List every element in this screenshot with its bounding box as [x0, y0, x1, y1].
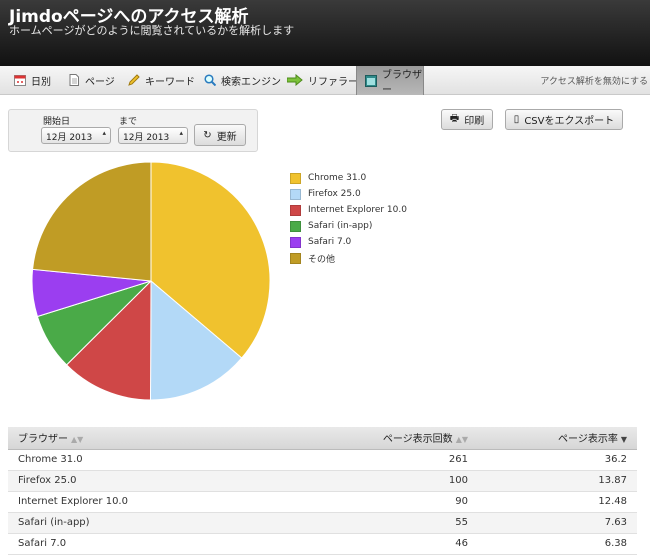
cell-pageview-rate: 12.48: [478, 491, 637, 513]
page-icon: [68, 74, 80, 86]
column-header-pageview-rate[interactable]: ページ表示率 ▼: [478, 427, 637, 450]
legend-item: Internet Explorer 10.0: [290, 202, 407, 218]
cell-pageview-rate: 36.2: [478, 449, 637, 471]
tab-label: 日別: [31, 76, 51, 88]
page-subtitle: ホームページがどのように閲覧されているかを解析します: [9, 24, 295, 37]
app-header: Jimdoページへのアクセス解析 ホームページがどのように閲覧されているかを解析…: [0, 0, 650, 66]
tab-label: ブラウザー: [382, 69, 422, 96]
end-date-label: まで: [119, 117, 138, 127]
legend-swatch: [290, 204, 301, 216]
cell-pageviews: 100: [308, 470, 478, 492]
tab-keywords[interactable]: キーワード: [128, 66, 195, 94]
cell-pageviews: 261: [308, 449, 478, 471]
cell-pageviews: 46: [308, 533, 478, 555]
legend-item: Chrome 31.0: [290, 170, 407, 186]
browser-pie-chart: [31, 161, 271, 401]
calendar-icon: [14, 74, 26, 86]
legend-label: Safari (in-app): [308, 221, 373, 231]
export-csv-button[interactable]: ▯ CSVをエクスポート: [505, 109, 623, 130]
tab-referrers[interactable]: リファラー: [286, 66, 358, 94]
pencil-icon: [128, 74, 140, 86]
column-header-browser[interactable]: ブラウザー ▲▼: [8, 427, 308, 450]
search-icon: [204, 74, 217, 87]
legend-item: Firefox 25.0: [290, 186, 407, 202]
legend-label: Internet Explorer 10.0: [308, 205, 407, 215]
cell-pageview-rate: 13.87: [478, 470, 637, 492]
select-arrows-icon: ▴: [179, 129, 183, 137]
legend-swatch: [290, 172, 301, 184]
tab-daily[interactable]: 日別: [14, 66, 51, 94]
cell-browser: Safari 7.0: [8, 533, 308, 555]
arrow-icon: [286, 73, 303, 87]
tab-browsers[interactable]: ブラウザー: [356, 66, 424, 96]
tab-label: 検索エンジン: [221, 76, 281, 88]
sort-desc-icon: ▼: [620, 435, 627, 445]
refresh-button[interactable]: ↻ 更新: [194, 124, 246, 146]
legend-item: Safari 7.0: [290, 234, 407, 250]
table-row: Chrome 31.0 261 36.2: [8, 449, 637, 471]
cell-pageview-rate: 6.38: [478, 533, 637, 555]
legend-item: その他: [290, 250, 407, 266]
legend-swatch: [290, 188, 301, 200]
tab-label: ページ: [85, 76, 115, 88]
document-icon: ▯: [513, 114, 520, 125]
disable-analytics-link[interactable]: アクセス解析を無効にする: [540, 74, 648, 87]
pie-slice-5[interactable]: [32, 161, 152, 282]
tab-label: リファラー: [308, 76, 358, 88]
legend-label: Chrome 31.0: [308, 173, 367, 183]
legend-swatch: [290, 236, 301, 248]
cell-browser: Chrome 31.0: [8, 449, 308, 471]
sort-icon: ▲▼: [71, 435, 84, 445]
table-row: Internet Explorer 10.0 90 12.48: [8, 491, 637, 513]
legend-swatch: [290, 220, 301, 232]
cell-pageview-rate: 7.63: [478, 512, 637, 534]
start-date-select[interactable]: 12月 2013 ▴: [41, 127, 111, 144]
end-date-select[interactable]: 12月 2013 ▴: [118, 127, 188, 144]
column-header-pageviews[interactable]: ページ表示回数 ▲▼: [308, 427, 478, 450]
legend-swatch: [290, 252, 301, 264]
cell-pageviews: 55: [308, 512, 478, 534]
print-button[interactable]: 🖶 印刷: [441, 109, 493, 130]
legend-label: Safari 7.0: [308, 237, 352, 247]
table-row: Safari (in-app) 55 7.63: [8, 512, 637, 534]
cell-pageviews: 90: [308, 491, 478, 513]
tab-search-engines[interactable]: 検索エンジン: [204, 66, 281, 94]
chart-legend: Chrome 31.0 Firefox 25.0 Internet Explorer…: [290, 170, 407, 266]
tab-pages[interactable]: ページ: [68, 66, 115, 94]
cell-browser: Internet Explorer 10.0: [8, 491, 308, 513]
tab-bar: 日別 ページ キーワード 検索エンジン リファラー ブラウザー アクセス解析を無…: [0, 66, 650, 96]
tab-label: キーワード: [145, 76, 195, 88]
cell-browser: Firefox 25.0: [8, 470, 308, 492]
table-row: Safari 7.0 46 6.38: [8, 533, 637, 555]
date-filter-panel: 開始日 まで 12月 2013 ▴ 12月 2013 ▴ ↻ 更新: [8, 109, 258, 152]
legend-label: その他: [308, 254, 336, 265]
cell-browser: Safari (in-app): [8, 512, 308, 534]
table-row: Firefox 25.0 100 13.87: [8, 470, 637, 492]
sort-icon: ▲▼: [455, 435, 468, 445]
browser-table: ブラウザー ▲▼ ページ表示回数 ▲▼ ページ表示率 ▼ Chrome 31.0 261…: [8, 427, 637, 555]
select-arrows-icon: ▴: [102, 129, 106, 137]
refresh-icon: ↻: [203, 129, 212, 141]
legend-label: Firefox 25.0: [308, 189, 361, 199]
legend-item: Safari (in-app): [290, 218, 407, 234]
printer-icon: 🖶: [449, 113, 460, 124]
start-date-label: 開始日: [43, 117, 71, 127]
browser-icon: [365, 74, 377, 87]
